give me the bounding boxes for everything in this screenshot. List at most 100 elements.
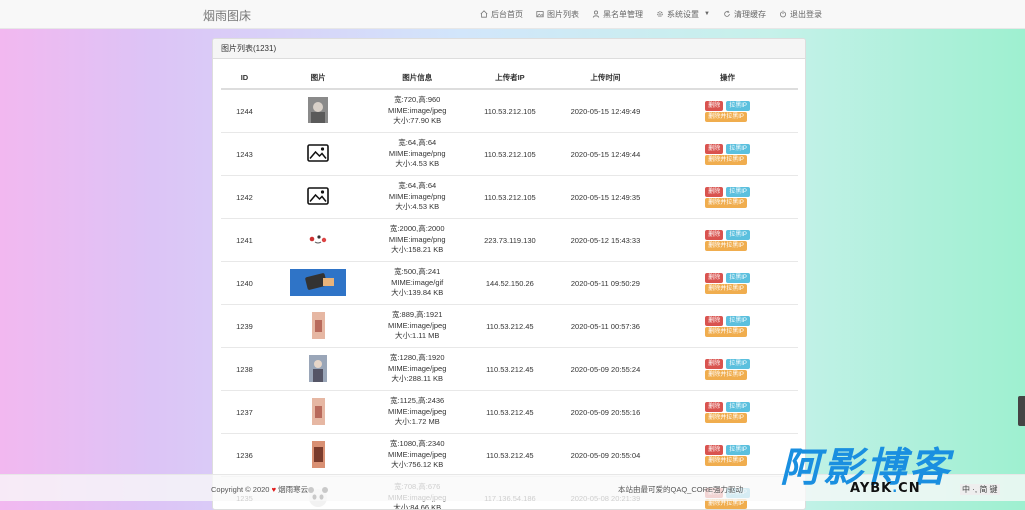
delete-and-block-button[interactable]: 删除并拉黑IP xyxy=(705,370,747,380)
row-uploader-ip: 110.53.212.105 xyxy=(466,89,554,133)
block-ip-button[interactable]: 拉黑IP xyxy=(726,359,750,369)
delete-and-block-button[interactable]: 删除并拉黑IP xyxy=(705,155,747,165)
nav-menu: 后台首页 图片列表 黑名单管理 系统设置 ▼ 清理缓存 退出登录 xyxy=(480,0,822,28)
row-actions: 删除拉黑IP删除并拉黑IP xyxy=(657,348,798,391)
nav-dashboard-label: 后台首页 xyxy=(491,9,523,20)
image-list-panel: 图片列表(1231) ID 图片 图片信息 上传者IP 上传时间 操作 1244… xyxy=(212,38,806,510)
image-thumbnail[interactable] xyxy=(312,441,325,470)
block-ip-button[interactable]: 拉黑IP xyxy=(726,273,750,283)
block-ip-button[interactable]: 拉黑IP xyxy=(726,316,750,326)
row-filesize: 大小:77.90 KB xyxy=(369,116,465,127)
delete-and-block-button[interactable]: 删除并拉黑IP xyxy=(705,284,747,294)
top-navbar: 烟雨图床 后台首页 图片列表 黑名单管理 系统设置 ▼ 清理缓存 退出登录 xyxy=(0,0,1025,29)
row-mime: MIME:image/png xyxy=(369,235,465,246)
user-icon xyxy=(592,10,600,18)
delete-and-block-button[interactable]: 删除并拉黑IP xyxy=(705,241,747,251)
row-actions: 删除拉黑IP删除并拉黑IP xyxy=(657,89,798,133)
delete-and-block-button[interactable]: 删除并拉黑IP xyxy=(705,112,747,122)
block-ip-button[interactable]: 拉黑IP xyxy=(726,402,750,412)
delete-button[interactable]: 删除 xyxy=(705,187,723,197)
row-thumbnail-cell xyxy=(268,262,368,305)
delete-and-block-button[interactable]: 删除并拉黑IP xyxy=(705,198,747,208)
nav-image-list[interactable]: 图片列表 xyxy=(536,9,579,20)
header-info: 图片信息 xyxy=(368,66,466,89)
delete-and-block-button[interactable]: 删除并拉黑IP xyxy=(705,456,747,466)
row-info: 宽:720,高:960MIME:image/jpeg大小:77.90 KB xyxy=(368,89,466,133)
image-thumbnail[interactable] xyxy=(309,355,327,384)
powered-by: 本站由最可爱的QAQ_CORE强力驱动 xyxy=(618,484,743,495)
row-filesize: 大小:1.11 MB xyxy=(369,331,465,342)
side-scroll-tab[interactable] xyxy=(1018,396,1025,426)
row-id: 1240 xyxy=(221,262,268,305)
image-thumbnail[interactable] xyxy=(312,398,325,427)
row-id: 1236 xyxy=(221,434,268,477)
panel-title: 图片列表(1231) xyxy=(213,39,805,59)
image-thumbnail[interactable] xyxy=(308,97,328,125)
row-dimensions: 宽:1280,高:1920 xyxy=(369,353,465,364)
block-ip-button[interactable]: 拉黑IP xyxy=(726,144,750,154)
row-uploader-ip: 144.52.150.26 xyxy=(466,262,554,305)
header-actions: 操作 xyxy=(657,66,798,89)
row-thumbnail-cell xyxy=(268,434,368,477)
nav-clear-cache[interactable]: 清理缓存 xyxy=(723,9,766,20)
delete-button[interactable]: 删除 xyxy=(705,101,723,111)
row-thumbnail-cell xyxy=(268,348,368,391)
row-mime: MIME:image/jpeg xyxy=(369,450,465,461)
delete-button[interactable]: 删除 xyxy=(705,273,723,283)
image-thumbnail[interactable] xyxy=(307,232,329,248)
brand-title[interactable]: 烟雨图床 xyxy=(203,7,251,24)
delete-button[interactable]: 删除 xyxy=(705,402,723,412)
delete-and-block-button[interactable]: 删除并拉黑IP xyxy=(705,413,747,423)
logout-icon xyxy=(779,10,787,18)
nav-logout[interactable]: 退出登录 xyxy=(779,9,822,20)
watermark-domain-a: AYBK xyxy=(850,481,892,496)
nav-blacklist[interactable]: 黑名单管理 xyxy=(592,9,643,20)
image-thumbnail[interactable] xyxy=(290,269,346,298)
table-row: 1240宽:500,高:241MIME:image/gif大小:139.84 K… xyxy=(221,262,798,305)
image-thumbnail[interactable] xyxy=(312,312,325,341)
nav-dashboard[interactable]: 后台首页 xyxy=(480,9,523,20)
table-row: 1238宽:1280,高:1920MIME:image/jpeg大小:288.1… xyxy=(221,348,798,391)
row-filesize: 大小:4.53 KB xyxy=(369,159,465,170)
row-filesize: 大小:158.21 KB xyxy=(369,245,465,256)
row-uploader-ip: 110.53.212.45 xyxy=(466,434,554,477)
row-id: 1239 xyxy=(221,305,268,348)
row-filesize: 大小:1.72 MB xyxy=(369,417,465,428)
row-thumbnail-cell xyxy=(268,176,368,219)
row-thumbnail-cell xyxy=(268,219,368,262)
row-uploader-ip: 110.53.212.105 xyxy=(466,133,554,176)
delete-button[interactable]: 删除 xyxy=(705,359,723,369)
nav-settings[interactable]: 系统设置 ▼ xyxy=(656,9,710,20)
row-actions: 删除拉黑IP删除并拉黑IP xyxy=(657,391,798,434)
row-info: 宽:1125,高:2436MIME:image/jpeg大小:1.72 MB xyxy=(368,391,466,434)
delete-button[interactable]: 删除 xyxy=(705,445,723,455)
table-row: 1244宽:720,高:960MIME:image/jpeg大小:77.90 K… xyxy=(221,89,798,133)
image-thumbnail[interactable] xyxy=(307,187,329,207)
block-ip-button[interactable]: 拉黑IP xyxy=(726,101,750,111)
table-row: 1242宽:64,高:64MIME:image/png大小:4.53 KB110… xyxy=(221,176,798,219)
delete-button[interactable]: 删除 xyxy=(705,144,723,154)
row-mime: MIME:image/png xyxy=(369,192,465,203)
row-id: 1242 xyxy=(221,176,268,219)
ime-status-bar[interactable]: 中 ·, 简 键 xyxy=(960,484,1000,495)
table-row: 1243宽:64,高:64MIME:image/png大小:4.53 KB110… xyxy=(221,133,798,176)
row-mime: MIME:image/jpeg xyxy=(369,321,465,332)
block-ip-button[interactable]: 拉黑IP xyxy=(726,230,750,240)
row-mime: MIME:image/jpeg xyxy=(369,407,465,418)
image-thumbnail[interactable] xyxy=(307,144,329,164)
row-upload-time: 2020-05-11 09:50:29 xyxy=(554,262,657,305)
delete-button[interactable]: 删除 xyxy=(705,316,723,326)
header-image: 图片 xyxy=(268,66,368,89)
delete-button[interactable]: 删除 xyxy=(705,230,723,240)
block-ip-button[interactable]: 拉黑IP xyxy=(726,187,750,197)
chevron-down-icon: ▼ xyxy=(704,11,710,17)
nav-logout-label: 退出登录 xyxy=(790,9,822,20)
delete-and-block-button[interactable]: 删除并拉黑IP xyxy=(705,327,747,337)
block-ip-button[interactable]: 拉黑IP xyxy=(726,445,750,455)
row-thumbnail-cell xyxy=(268,133,368,176)
row-filesize: 大小:756.12 KB xyxy=(369,460,465,471)
copyright-owner[interactable]: 烟雨寒云 xyxy=(278,485,308,494)
row-upload-time: 2020-05-09 20:55:24 xyxy=(554,348,657,391)
row-dimensions: 宽:1125,高:2436 xyxy=(369,396,465,407)
row-actions: 删除拉黑IP删除并拉黑IP xyxy=(657,133,798,176)
